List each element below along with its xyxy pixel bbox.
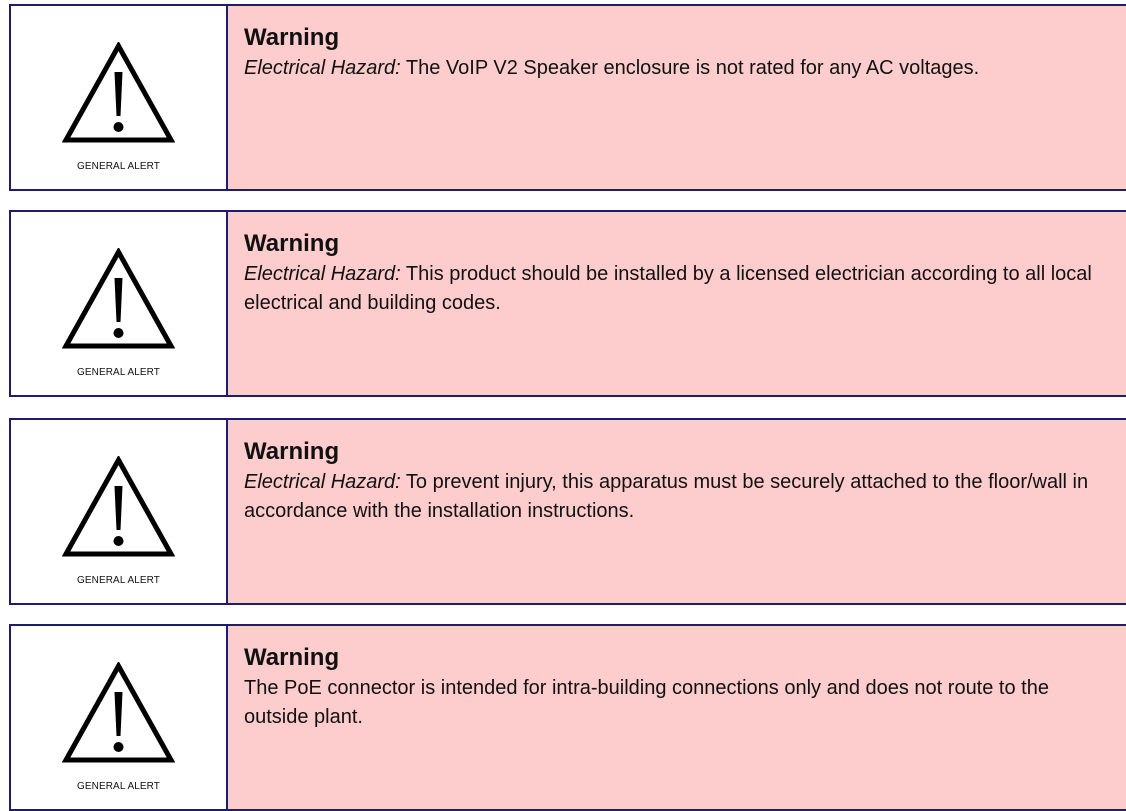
alert-icon-cell: GENERAL ALERT: [11, 6, 228, 189]
warning-triangle-icon: [62, 248, 175, 349]
warning-title: Warning: [244, 24, 340, 51]
hazard-label: Electrical Hazard:: [244, 263, 401, 285]
warning-triangle-icon: [62, 456, 175, 557]
warning-box: GENERAL ALERT Warning Electrical Hazard:…: [9, 418, 1126, 605]
alert-icon-cell: GENERAL ALERT: [11, 420, 228, 603]
alert-icon-cell: GENERAL ALERT: [11, 626, 228, 809]
warning-message: Electrical Hazard: To prevent injury, th…: [244, 468, 1104, 526]
alert-icon-cell: GENERAL ALERT: [11, 212, 228, 395]
warning-text-cell: Warning Electrical Hazard: This product …: [228, 212, 1126, 395]
warning-text-cell: Warning Electrical Hazard: To prevent in…: [228, 420, 1126, 603]
warning-title: Warning: [244, 438, 340, 465]
warning-message-text: The PoE connector is intended for intra-…: [244, 677, 1049, 728]
warning-title: Warning: [244, 644, 340, 671]
warning-triangle-icon: [62, 662, 175, 763]
alert-caption: GENERAL ALERT: [77, 781, 160, 792]
warning-text-cell: Warning The PoE connector is intended fo…: [228, 626, 1126, 809]
warning-text-cell: Warning Electrical Hazard: The VoIP V2 S…: [228, 6, 1126, 189]
warning-message: Electrical Hazard: This product should b…: [244, 260, 1104, 318]
warning-message-text: The VoIP V2 Speaker enclosure is not rat…: [400, 57, 980, 79]
warning-box: GENERAL ALERT Warning The PoE connector …: [9, 624, 1126, 811]
warning-title: Warning: [244, 230, 340, 257]
alert-caption: GENERAL ALERT: [77, 367, 160, 378]
warning-triangle-icon: [62, 42, 175, 143]
warning-message: The PoE connector is intended for intra-…: [244, 674, 1104, 732]
warning-message: Electrical Hazard: The VoIP V2 Speaker e…: [244, 54, 1104, 83]
alert-caption: GENERAL ALERT: [77, 161, 160, 172]
warning-box: GENERAL ALERT Warning Electrical Hazard:…: [9, 4, 1126, 191]
alert-caption: GENERAL ALERT: [77, 575, 160, 586]
hazard-label: Electrical Hazard:: [244, 471, 401, 493]
warning-box: GENERAL ALERT Warning Electrical Hazard:…: [9, 210, 1126, 397]
hazard-label: Electrical Hazard:: [244, 57, 401, 79]
